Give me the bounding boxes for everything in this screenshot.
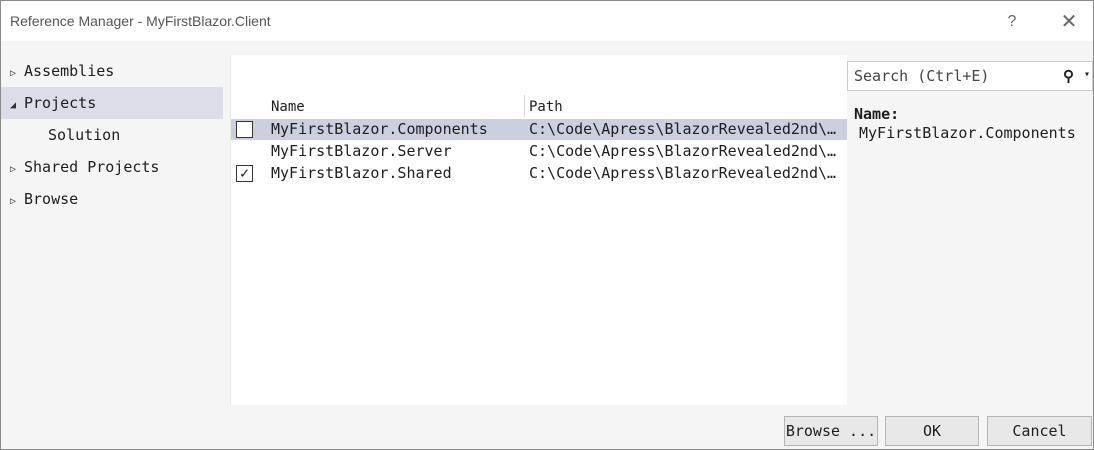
- search-placeholder: Search (Ctrl+E): [854, 67, 990, 85]
- sidebar-item-label: Browse: [24, 190, 79, 208]
- column-header-name[interactable]: Name: [271, 97, 305, 117]
- sidebar-item-label: Assemblies: [24, 62, 115, 80]
- search-icon[interactable]: ⚲: [1063, 67, 1074, 85]
- chevron-down-icon[interactable]: ▾: [1084, 69, 1090, 80]
- sidebar-item-browse[interactable]: ▷ Browse: [1, 183, 223, 215]
- table-row[interactable]: MyFirstBlazor.Components C:\Code\Apress\…: [231, 119, 847, 140]
- title-bar: Reference Manager - MyFirstBlazor.Client…: [1, 1, 1093, 41]
- expand-arrow-icon: ▷: [10, 68, 17, 79]
- cancel-button[interactable]: Cancel: [987, 416, 1092, 446]
- reference-manager-dialog: Reference Manager - MyFirstBlazor.Client…: [0, 0, 1094, 450]
- help-button[interactable]: ?: [996, 9, 1028, 35]
- details-name-value: MyFirstBlazor.Components: [859, 124, 1076, 142]
- sidebar-item-label: Projects: [24, 94, 97, 112]
- sidebar-item-label: Shared Projects: [24, 158, 160, 176]
- project-path: C:\Code\Apress\BlazorRevealed2nd\…: [529, 142, 837, 160]
- sidebar-item-shared-projects[interactable]: ▷ Shared Projects: [1, 151, 223, 183]
- window-title: Reference Manager - MyFirstBlazor.Client: [10, 13, 271, 29]
- search-input[interactable]: Search (Ctrl+E) ⚲ ▾: [847, 61, 1093, 91]
- project-path: C:\Code\Apress\BlazorRevealed2nd\…: [529, 120, 837, 138]
- sidebar-item-assemblies[interactable]: ▷ Assemblies: [1, 55, 223, 87]
- expand-arrow-icon: ▷: [10, 196, 17, 207]
- column-header-path[interactable]: Path: [529, 97, 563, 117]
- sidebar-item-solution[interactable]: Solution: [1, 119, 223, 151]
- reference-checkbox[interactable]: [236, 121, 253, 138]
- table-row[interactable]: MyFirstBlazor.Server C:\Code\Apress\Blaz…: [231, 141, 847, 162]
- sidebar-item-label: Solution: [48, 126, 121, 144]
- expand-arrow-icon: ▷: [10, 164, 17, 175]
- collapse-arrow-icon: ◢: [10, 100, 17, 111]
- details-name-label: Name:: [854, 105, 900, 123]
- column-divider[interactable]: [524, 95, 525, 117]
- table-row[interactable]: ✓ MyFirstBlazor.Shared C:\Code\Apress\Bl…: [231, 163, 847, 184]
- project-name: MyFirstBlazor.Shared: [271, 164, 452, 182]
- project-path: C:\Code\Apress\BlazorRevealed2nd\…: [529, 164, 837, 182]
- project-list: Name Path MyFirstBlazor.Components C:\Co…: [230, 55, 847, 405]
- ok-button[interactable]: OK: [885, 416, 979, 446]
- sidebar-item-projects[interactable]: ◢ Projects: [1, 87, 223, 119]
- project-name: MyFirstBlazor.Server: [271, 142, 452, 160]
- browse-button[interactable]: Browse ...: [784, 416, 878, 446]
- project-name: MyFirstBlazor.Components: [271, 120, 488, 138]
- category-sidebar: ▷ Assemblies ◢ Projects Solution ▷ Shared P…: [1, 55, 223, 215]
- reference-checkbox[interactable]: ✓: [236, 165, 253, 182]
- close-icon[interactable]: ✕: [1053, 9, 1085, 35]
